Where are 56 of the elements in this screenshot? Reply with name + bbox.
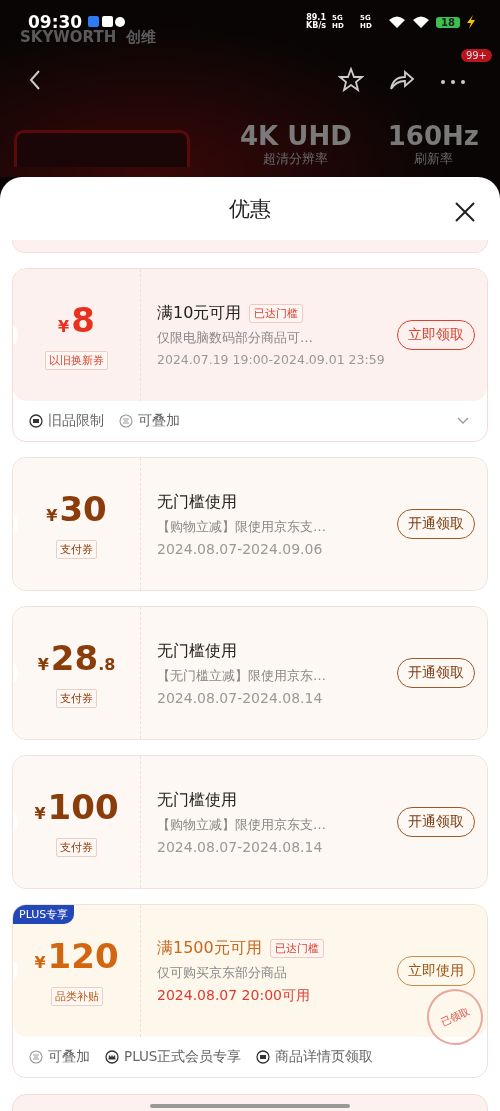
coupon-type-tag: 品类补贴 — [50, 987, 103, 1006]
plus-badge: PLUS专享 — [13, 905, 75, 924]
network-speed: 89.1 KB/s — [306, 14, 327, 30]
brand-logo-text: 创维 — [126, 28, 157, 47]
back-icon[interactable] — [28, 69, 42, 91]
wifi-icon — [412, 15, 431, 29]
brand-logo-text: SKYWORTH — [20, 28, 117, 47]
coupon-title: 满10元可用 — [157, 303, 242, 324]
charging-icon — [466, 15, 476, 29]
coupon-amount: ¥120 — [34, 936, 119, 978]
wifi-icon — [388, 15, 407, 29]
spec-label: 超清分辨率 — [263, 151, 329, 167]
coupon-title: 无门槛使用 — [157, 491, 237, 513]
notification-badge: 99+ — [460, 48, 492, 62]
coupon-type-tag: 支付券 — [56, 838, 97, 857]
spec-value: 160Hz — [387, 121, 479, 151]
coupon-title: 无门槛使用 — [157, 789, 237, 811]
coupon-type-tag: 以旧换新券 — [45, 351, 108, 370]
coupon-description: 【无门槛立减】限使用京东… — [157, 666, 327, 685]
spec-value: 4K UHD — [240, 121, 352, 151]
threshold-tag: 已达门槛 — [269, 938, 324, 958]
coupon-date: 2024.08.07-2024.08.14 — [157, 689, 324, 706]
chevron-down-icon[interactable] — [457, 417, 469, 425]
coupon-amount: ¥100 — [34, 787, 119, 829]
coupon-date: 2024.08.07 20:00可用 — [157, 986, 311, 1005]
coupon-condition: 旧品限制 — [48, 412, 104, 430]
coupon-description: 【购物立减】限使用京东支… — [157, 517, 327, 536]
coupon-date: 2024.07.19 19:00-2024.09.01 23:59 — [157, 352, 386, 367]
package-icon — [29, 414, 43, 428]
coupon-condition: 商品详情页领取 — [275, 1048, 374, 1066]
coupon-amount: ¥30 — [46, 489, 107, 531]
stack-icon — [119, 414, 133, 428]
coupon-condition: PLUS正式会员专享 — [124, 1048, 242, 1066]
coupon-type-tag: 支付券 — [56, 540, 97, 559]
crown-icon — [105, 1050, 119, 1064]
coupon-title: 满1500元可用 — [157, 937, 262, 959]
coupon-date: 2024.08.07-2024.09.06 — [157, 540, 324, 557]
coupon-type-tag: 支付券 — [56, 689, 97, 708]
stack-icon — [29, 1050, 43, 1064]
threshold-tag: 已达门槛 — [249, 304, 304, 323]
star-icon[interactable] — [338, 67, 364, 93]
more-icon[interactable] — [440, 77, 466, 86]
coupon-title: 无门槛使用 — [157, 640, 237, 662]
close-icon[interactable] — [454, 201, 476, 223]
coupon-description: 仅可购买京东部分商品 — [157, 963, 288, 982]
coupon-amount: ¥28.8 — [37, 638, 116, 680]
battery-level: 18 — [436, 16, 460, 28]
coupon-description: 仅限电脑数码部分商品可… — [157, 329, 314, 347]
coupon-condition: 可叠加 — [48, 1048, 90, 1066]
coupon-condition: 可叠加 — [138, 412, 180, 430]
coupon-amount: ¥8 — [58, 300, 95, 342]
sheet-title: 优惠 — [229, 195, 271, 223]
coupon-description: 【购物立减】限使用京东支… — [157, 815, 327, 834]
coupon-date: 2024.08.07-2024.08.14 — [157, 838, 324, 855]
package-icon — [256, 1050, 271, 1064]
spec-label: 刷新率 — [413, 151, 453, 167]
